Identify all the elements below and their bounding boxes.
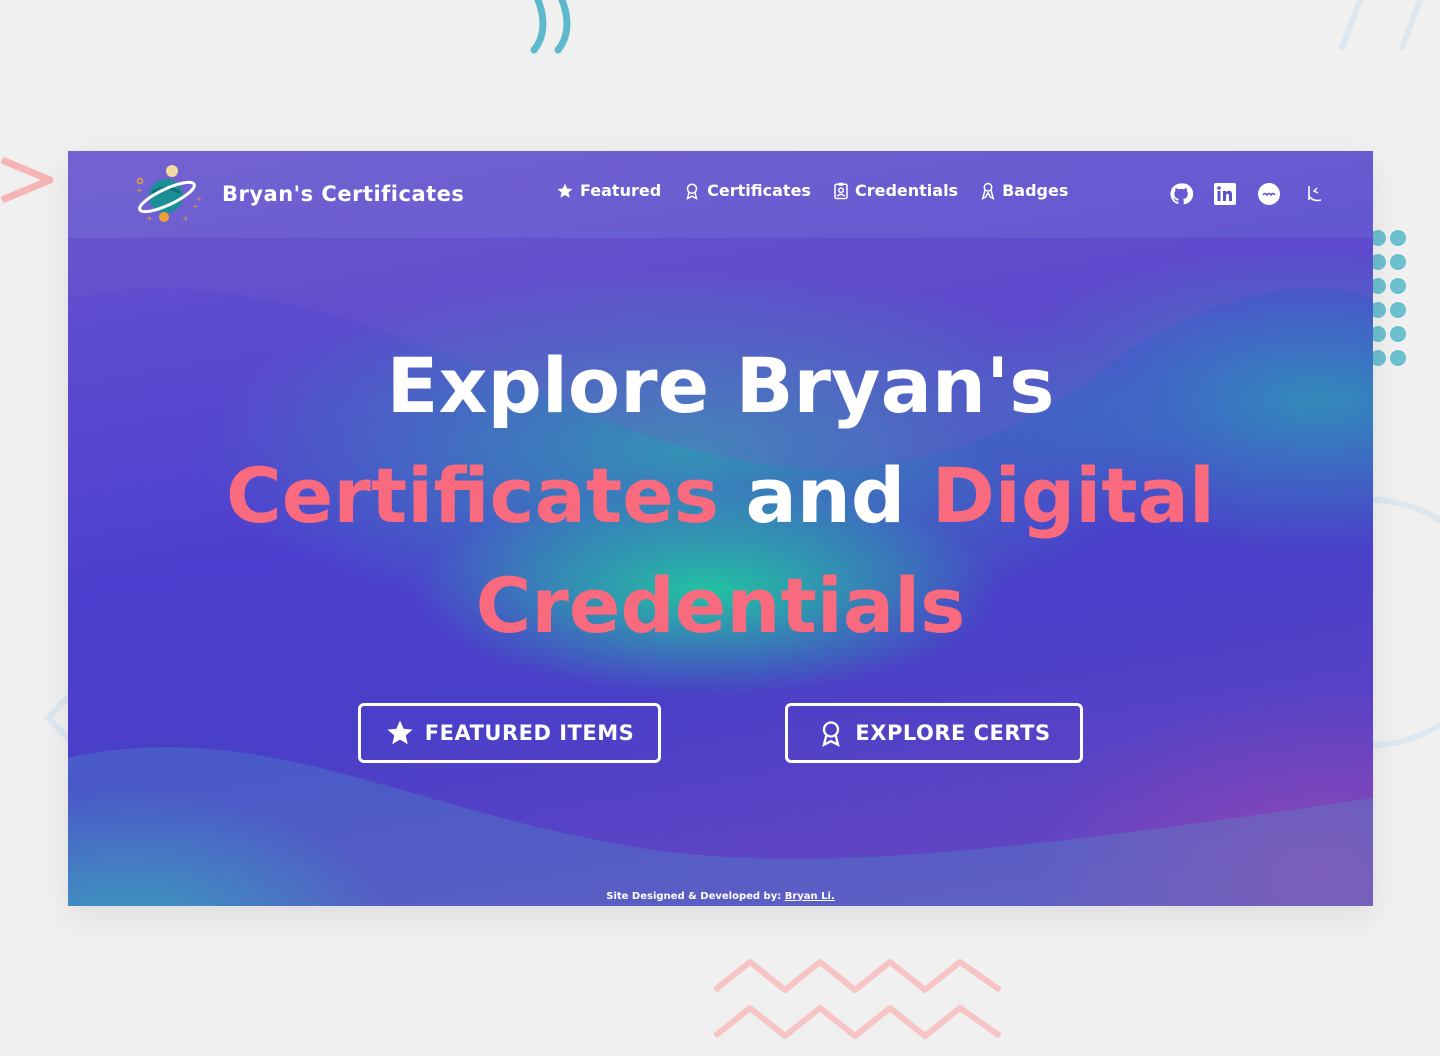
hero-line-2: Certificates and Digital: [68, 441, 1373, 551]
hero-word-digital: Digital: [931, 451, 1215, 540]
decor-teal-arcs: [530, 0, 571, 54]
brand-title: Bryan's Certificates: [222, 182, 465, 206]
credly-icon[interactable]: [1256, 181, 1282, 207]
badge-id-icon: [834, 182, 848, 199]
nav-credentials-label: Credentials: [854, 181, 959, 200]
svg-text:+: +: [146, 214, 153, 223]
featured-items-button[interactable]: FEATURED ITEMS: [358, 703, 661, 763]
award-icon: [822, 721, 841, 747]
kaggle-icon[interactable]: [1300, 181, 1326, 207]
nav-featured[interactable]: Featured: [556, 181, 661, 200]
nav-badges-label: Badges: [1002, 181, 1069, 200]
footer-author-link[interactable]: Bryan Li.: [785, 891, 835, 902]
linkedin-icon[interactable]: [1212, 181, 1238, 207]
decor-teal-dots: [1372, 230, 1406, 366]
hero-line-3: Credentials: [475, 561, 966, 650]
featured-items-label: FEATURED ITEMS: [424, 721, 635, 745]
star-icon: [557, 183, 573, 198]
hero-word-certificates: Certificates: [226, 451, 719, 540]
footer-credit-prefix: Site Designed & Developed by:: [606, 891, 785, 902]
hero-line-1: Explore Bryan's: [386, 341, 1055, 430]
nav-featured-label: Featured: [580, 181, 662, 200]
decor-pink-zigzag: [713, 959, 1002, 1039]
explore-certs-button[interactable]: EXPLORE CERTS: [785, 703, 1083, 763]
nav-links: Featured Certificates Credentials Badges: [556, 181, 1068, 200]
brand[interactable]: + + + + + Bryan's Certificates: [134, 163, 464, 225]
decor-pink-chevron: [0, 156, 54, 204]
star-icon: [387, 720, 413, 745]
top-navbar: + + + + + Bryan's Certificates Featured …: [68, 151, 1373, 238]
ribbon-icon: [981, 182, 995, 200]
nav-credentials[interactable]: Credentials: [833, 181, 958, 200]
explore-certs-label: EXPLORE CERTS: [855, 721, 1051, 745]
svg-text:+: +: [182, 214, 189, 223]
hero-word-and: and: [718, 451, 932, 540]
svg-text:+: +: [136, 186, 143, 195]
decor-blue-slashes: [1339, 0, 1423, 51]
svg-text:+: +: [196, 195, 202, 203]
svg-text:+: +: [192, 202, 199, 211]
planet-logo-icon: + + + + +: [136, 165, 202, 223]
site-footer: Site Designed & Developed by: Bryan Li.: [68, 891, 1373, 902]
hero-heading: Explore Bryan's Certificates and Digital…: [68, 331, 1373, 661]
decor-light-circle: [1372, 497, 1440, 748]
award-icon: [686, 183, 698, 200]
social-links: [1168, 181, 1326, 207]
site-screenshot-frame: + + + + + Bryan's Certificates Featured …: [68, 151, 1373, 906]
nav-certificates-label: Certificates: [707, 181, 811, 200]
nav-certificates[interactable]: Certificates: [683, 181, 811, 200]
nav-badges[interactable]: Badges: [980, 181, 1068, 200]
github-icon[interactable]: [1168, 181, 1194, 207]
